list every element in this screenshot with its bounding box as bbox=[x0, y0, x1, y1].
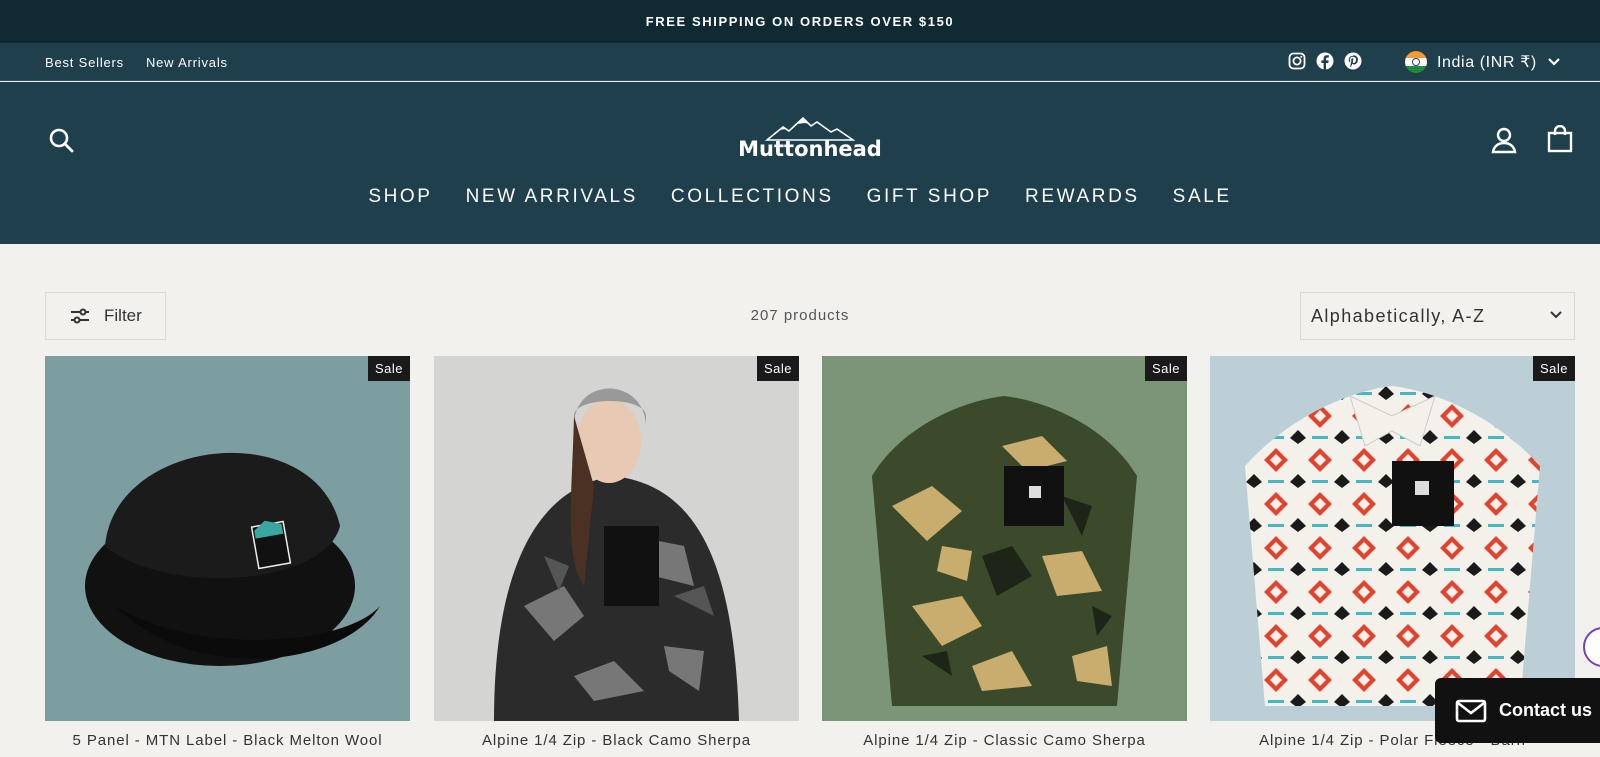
product-title[interactable]: Alpine 1/4 Zip - Black Camo Sherpa bbox=[434, 732, 799, 749]
product-image-cap bbox=[85, 452, 380, 666]
announcement-text: FREE SHIPPING ON ORDERS OVER $150 bbox=[645, 14, 955, 29]
nav-shop[interactable]: SHOP bbox=[368, 186, 432, 208]
product-card-image[interactable]: Sale bbox=[1210, 356, 1575, 721]
utility-bar: Best Sellers New Arrivals India (INR ₹) bbox=[0, 43, 1600, 81]
currency-selector[interactable]: India (INR ₹) bbox=[1405, 43, 1561, 81]
main-nav: SHOP NEW ARRIVALS COLLECTIONS GIFT SHOP … bbox=[0, 186, 1600, 208]
util-link-new-arrivals[interactable]: New Arrivals bbox=[146, 55, 228, 70]
product-image-classic-camo bbox=[872, 396, 1137, 706]
product-card-image[interactable]: Sale bbox=[45, 356, 410, 721]
mail-icon bbox=[1455, 699, 1487, 722]
sort-select[interactable]: Alphabetically, A-Z bbox=[1300, 292, 1575, 340]
sale-badge: Sale bbox=[367, 356, 410, 381]
search-icon[interactable] bbox=[48, 127, 74, 153]
site-logo[interactable]: Muttonhead bbox=[735, 115, 885, 165]
sale-badge: Sale bbox=[756, 356, 799, 381]
facebook-icon[interactable] bbox=[1316, 52, 1334, 70]
contact-us-label: Contact us bbox=[1499, 700, 1593, 720]
product-title[interactable]: 5 Panel - MTN Label - Black Melton Wool bbox=[45, 732, 410, 749]
nav-sale[interactable]: SALE bbox=[1173, 186, 1232, 208]
product-title[interactable]: Alpine 1/4 Zip - Classic Camo Sherpa bbox=[822, 732, 1187, 749]
india-flag-icon bbox=[1405, 51, 1427, 73]
account-icon[interactable] bbox=[1491, 126, 1517, 154]
site-header: Muttonhead SHOP NEW ARRIVALS COLLECTIONS… bbox=[0, 82, 1600, 244]
product-card-image[interactable]: Sale bbox=[822, 356, 1187, 721]
sale-badge: Sale bbox=[1532, 356, 1575, 381]
nav-new-arrivals[interactable]: NEW ARRIVALS bbox=[466, 186, 638, 208]
contact-us-button[interactable]: Contact us bbox=[1435, 678, 1600, 743]
sort-value: Alphabetically, A-Z bbox=[1311, 305, 1486, 326]
chevron-down-icon bbox=[1548, 58, 1560, 66]
currency-label: India (INR ₹) bbox=[1437, 54, 1537, 71]
nav-rewards[interactable]: REWARDS bbox=[1025, 186, 1140, 208]
nav-collections[interactable]: COLLECTIONS bbox=[671, 186, 834, 208]
product-image-black-camo bbox=[494, 388, 739, 721]
logo-text: Muttonhead bbox=[738, 137, 882, 161]
chevron-down-icon bbox=[1550, 311, 1562, 319]
util-link-best-sellers[interactable]: Best Sellers bbox=[45, 55, 124, 70]
instagram-icon[interactable] bbox=[1288, 52, 1306, 70]
pinterest-icon[interactable] bbox=[1344, 52, 1362, 70]
collection-toolbar: Filter 207 products Alphabetically, A-Z bbox=[0, 292, 1600, 340]
nav-gift-shop[interactable]: GIFT SHOP bbox=[867, 186, 992, 208]
product-image-polar-fleece bbox=[1245, 386, 1540, 706]
sale-badge: Sale bbox=[1144, 356, 1187, 381]
announcement-bar: FREE SHIPPING ON ORDERS OVER $150 bbox=[0, 0, 1600, 43]
chat-widget-icon[interactable] bbox=[1583, 627, 1600, 667]
product-card-image[interactable]: Sale bbox=[434, 356, 799, 721]
cart-icon[interactable] bbox=[1546, 124, 1574, 153]
